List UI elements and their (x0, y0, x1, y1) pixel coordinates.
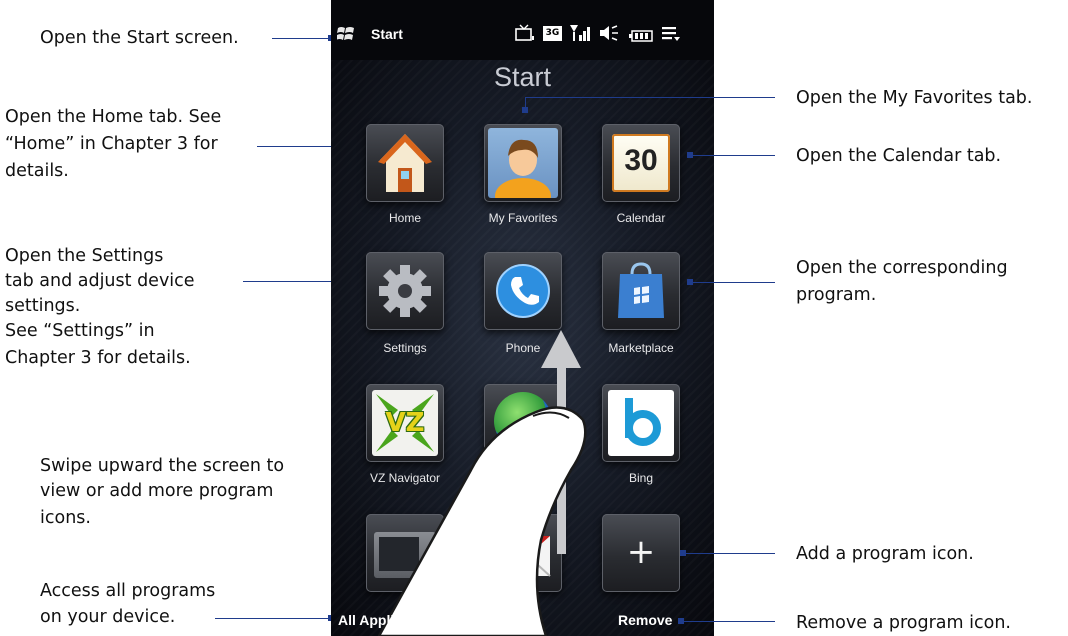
menu-icon[interactable] (661, 25, 681, 43)
annotation-program-1: Open the corresponding (796, 258, 1008, 278)
envelope-icon (494, 528, 552, 580)
tile-tv-program[interactable] (366, 514, 444, 592)
remove-softkey[interactable]: Remove (618, 612, 672, 628)
3g-icon: 3G (543, 26, 562, 41)
status-start-label[interactable]: Start (371, 26, 403, 42)
tile-calendar[interactable]: 30 (602, 124, 680, 202)
start-title: Start (493, 62, 552, 92)
annotation-home-2: “Home” in Chapter 3 for (5, 134, 218, 154)
tv-icon (515, 24, 535, 42)
tile-home[interactable] (366, 124, 444, 202)
annotation-favorites: Open the My Favorites tab. (796, 88, 1033, 108)
tile-label: Calendar (616, 211, 666, 225)
plus-icon: + (626, 532, 656, 572)
leader-line (693, 155, 775, 156)
leader-line (215, 618, 328, 619)
gear-icon (375, 261, 435, 321)
globe-icon (494, 392, 552, 450)
annotation-swipe-1: Swipe upward the screen to (40, 456, 285, 476)
bing-icon (608, 390, 674, 456)
tile-label: Marketplace (608, 341, 674, 355)
tile-bing[interactable] (602, 384, 680, 462)
status-bar: Start 3G (331, 0, 714, 60)
tile-label: Settings (383, 341, 427, 355)
vz-badge: VZ (385, 408, 425, 438)
all-applications-softkey[interactable]: All Applications (338, 612, 443, 628)
volume-icon (599, 24, 619, 42)
tile-label: Home (388, 211, 421, 225)
tile-phone[interactable] (484, 252, 562, 330)
leader-line (693, 282, 775, 283)
annotation-settings-2: tab and adjust device (5, 271, 195, 291)
leader-line (272, 38, 328, 39)
annotation-allapps-1: Access all programs (40, 581, 216, 601)
television-icon (374, 532, 436, 578)
tile-label: Phone (505, 341, 541, 355)
signal-icon (569, 24, 591, 42)
annotation-swipe-3: icons. (40, 508, 91, 528)
tile-settings[interactable] (366, 252, 444, 330)
vz-navigator-icon: VZ (372, 390, 438, 456)
tile-label: VZ Navigator (369, 471, 441, 485)
annotation-settings-4: See “Settings” in (5, 321, 155, 341)
annotation-add: Add a program icon. (796, 544, 974, 564)
tile-label: Bing (628, 471, 654, 485)
annotation-start-screen: Open the Start screen. (40, 28, 239, 48)
battery-icon (629, 27, 653, 42)
leader-line (686, 553, 775, 554)
tile-marketplace[interactable] (602, 252, 680, 330)
tile-mail-program[interactable] (484, 514, 562, 592)
annotation-program-2: program. (796, 285, 877, 305)
leader-line (525, 97, 775, 98)
tile-vz-navigator[interactable]: VZ (366, 384, 444, 462)
phone-icon (493, 261, 553, 321)
calendar-day: 30 (624, 144, 658, 177)
leader-line (684, 621, 775, 622)
annotation-calendar: Open the Calendar tab. (796, 146, 1002, 166)
person-icon (488, 128, 558, 198)
add-program-button[interactable]: + (602, 514, 680, 592)
calendar-icon: 30 (612, 134, 670, 192)
leader-dot (522, 107, 528, 113)
tile-label: My Favorites (488, 211, 558, 225)
windows-start-icon[interactable] (336, 26, 355, 42)
house-icon (376, 130, 434, 196)
annotation-home-3: details. (5, 161, 69, 181)
annotation-home-1: Open the Home tab. See (5, 107, 222, 127)
tile-my-favorites[interactable] (484, 124, 562, 202)
annotation-settings-3: settings. (5, 296, 81, 316)
tile-hidden-program[interactable] (484, 384, 562, 462)
annotation-swipe-2: view or add more program (40, 481, 274, 501)
shopping-bag-icon (614, 260, 668, 322)
annotation-allapps-2: on your device. (40, 607, 176, 627)
annotation-settings-1: Open the Settings (5, 246, 164, 266)
annotation-remove: Remove a program icon. (796, 613, 1011, 633)
annotation-settings-5: Chapter 3 for details. (5, 348, 191, 368)
phone-screen: Start 3G Start Home My Favorites 30 Cale… (331, 0, 714, 636)
